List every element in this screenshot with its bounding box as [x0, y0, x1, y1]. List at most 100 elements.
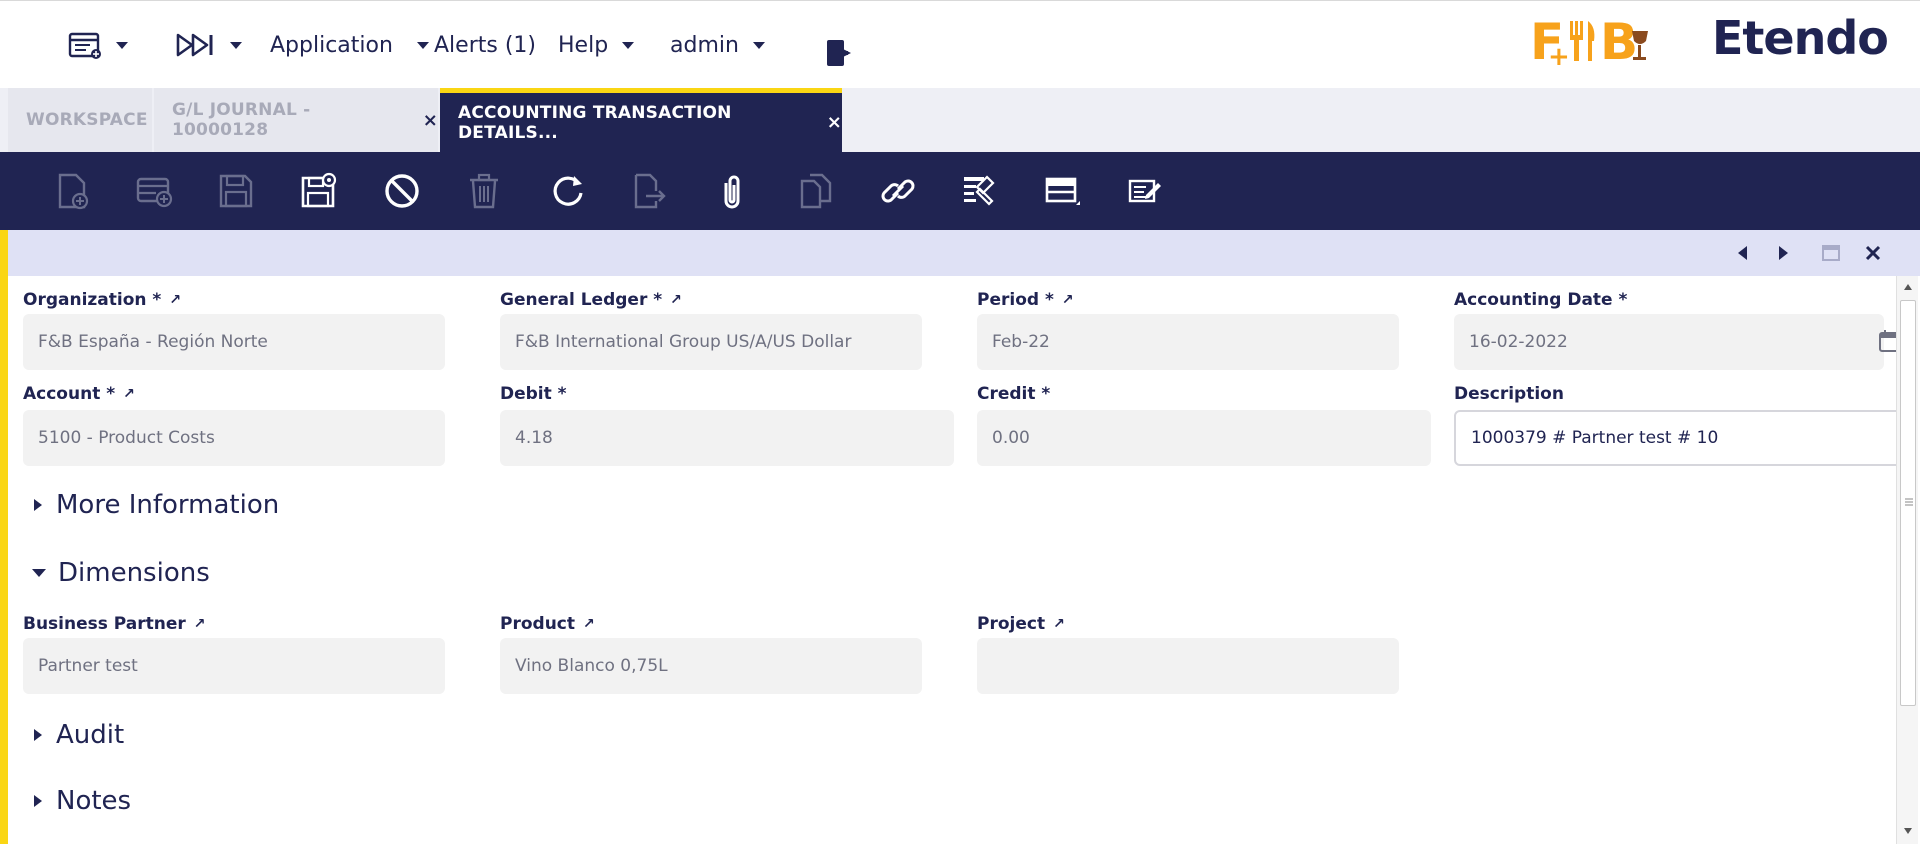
period-label: Period * ↗	[977, 290, 1074, 310]
quick-launch-menu[interactable]	[68, 25, 128, 65]
business-partner-field[interactable]: Partner test	[23, 638, 445, 694]
close-icon	[1865, 245, 1881, 261]
organization-label-text: Organization *	[23, 290, 162, 310]
alerts-link[interactable]: Alerts (1)	[434, 25, 536, 65]
accounting-date-label: Accounting Date *	[1454, 290, 1627, 310]
alerts-label: Alerts (1)	[434, 32, 536, 58]
link-arrow-icon[interactable]: ↗	[123, 386, 135, 402]
trash-icon	[470, 173, 498, 209]
link-arrow-icon[interactable]: ↗	[670, 292, 682, 308]
top-navigation-bar: Application Alerts (1) Help admin F + B …	[0, 0, 1920, 88]
attachment-button[interactable]	[710, 169, 754, 213]
maximize-button[interactable]	[1818, 240, 1844, 266]
edit-notes-icon	[1128, 179, 1161, 203]
debit-field[interactable]: 4.18	[500, 410, 954, 466]
section-dimensions[interactable]: Dimensions	[8, 558, 210, 588]
undo-button[interactable]	[380, 169, 424, 213]
section-audit[interactable]: Audit	[8, 720, 124, 750]
save-icon	[219, 174, 253, 208]
toggle-view-button[interactable]	[1040, 169, 1084, 213]
account-label-text: Account *	[23, 384, 116, 404]
description-label: Description	[1454, 384, 1564, 404]
tab-accounting-transaction-details[interactable]: ACCOUNTING TRANSACTION DETAILS... ×	[440, 88, 842, 152]
new-document-button[interactable]	[50, 169, 94, 213]
quick-create-menu[interactable]	[176, 25, 242, 65]
accounting-date-field[interactable]: 16-02-2022	[1454, 314, 1884, 370]
application-menu[interactable]: Application	[270, 25, 429, 65]
help-menu[interactable]: Help	[558, 25, 635, 65]
previous-record-button[interactable]	[1730, 240, 1756, 266]
chevron-down-icon	[416, 41, 429, 49]
account-value: 5100 - Product Costs	[38, 428, 215, 448]
tab-label: ACCOUNTING TRANSACTION DETAILS...	[458, 102, 732, 143]
period-field[interactable]: Feb-22	[977, 314, 1399, 370]
chevron-down-icon	[622, 41, 635, 49]
description-input[interactable]: 1000379 # Partner test # 10	[1454, 410, 1896, 466]
next-record-button[interactable]	[1770, 240, 1796, 266]
close-icon[interactable]: ×	[423, 110, 438, 131]
link-arrow-icon[interactable]: ↗	[169, 292, 181, 308]
tab-gl-journal[interactable]: G/L JOURNAL - 10000128 ×	[154, 88, 438, 152]
link-arrow-icon[interactable]: ↗	[1053, 616, 1065, 632]
close-record-button[interactable]	[1860, 240, 1886, 266]
business-partner-value: Partner test	[38, 656, 138, 676]
form-scrollbar[interactable]	[1896, 276, 1918, 844]
product-field[interactable]: Vino Blanco 0,75L	[500, 638, 922, 694]
user-menu[interactable]: admin	[670, 25, 765, 65]
close-icon[interactable]: ×	[827, 112, 842, 133]
delete-button[interactable]	[462, 169, 506, 213]
general-ledger-field[interactable]: F&B International Group US/A/US Dollar	[500, 314, 922, 370]
notes-button[interactable]	[1122, 169, 1166, 213]
account-field[interactable]: 5100 - Product Costs	[23, 410, 445, 466]
scroll-down-icon[interactable]	[1901, 824, 1915, 838]
project-label: Project ↗	[977, 614, 1065, 634]
product-label: Product ↗	[500, 614, 595, 634]
credit-field[interactable]: 0.00	[977, 410, 1431, 466]
export-button[interactable]	[628, 169, 672, 213]
user-menu-label: admin	[670, 32, 739, 58]
project-field[interactable]	[977, 638, 1399, 694]
fb-logo: F + B	[1530, 15, 1654, 67]
fast-forward-icon	[176, 32, 216, 58]
section-title: Notes	[56, 786, 132, 816]
scroll-up-icon[interactable]	[1901, 280, 1915, 294]
refresh-button[interactable]	[546, 169, 590, 213]
save-button[interactable]	[214, 169, 258, 213]
project-label-text: Project	[977, 614, 1046, 634]
chevron-down-icon	[32, 569, 46, 577]
arrow-right-icon	[1779, 246, 1788, 260]
svg-text:+: +	[1548, 42, 1570, 67]
application-menu-label: Application	[270, 32, 393, 58]
arrow-left-icon	[1738, 246, 1747, 260]
paperclip-icon	[724, 175, 740, 209]
section-title: More Information	[56, 490, 280, 520]
tab-workspace[interactable]: WORKSPACE	[8, 88, 152, 152]
link-button[interactable]	[876, 169, 920, 213]
logout-button[interactable]	[824, 33, 856, 73]
svg-text:B: B	[1600, 15, 1638, 67]
section-title: Audit	[56, 720, 125, 750]
clone-button[interactable]	[794, 169, 838, 213]
scroll-thumb[interactable]	[1900, 300, 1916, 706]
etendo-logo: Etendo	[1712, 11, 1889, 65]
new-row-button[interactable]	[132, 169, 176, 213]
business-partner-label-text: Business Partner	[23, 614, 186, 634]
account-label: Account * ↗	[23, 384, 135, 404]
link-arrow-icon[interactable]: ↗	[194, 616, 206, 632]
refresh-icon	[553, 176, 583, 206]
organization-field[interactable]: F&B España - Región Norte	[23, 314, 445, 370]
new-document-icon	[58, 173, 89, 210]
accounting-date-label-text: Accounting Date *	[1454, 290, 1628, 310]
cancel-icon	[385, 174, 419, 208]
credit-label-text: Credit *	[977, 384, 1051, 404]
save-and-close-button[interactable]	[296, 169, 340, 213]
audit-trail-button[interactable]	[958, 169, 1002, 213]
section-more-information[interactable]: More Information	[8, 490, 279, 520]
debit-label-text: Debit *	[500, 384, 567, 404]
calendar-icon[interactable]	[1878, 328, 1896, 358]
link-arrow-icon[interactable]: ↗	[1062, 292, 1074, 308]
link-arrow-icon[interactable]: ↗	[583, 616, 595, 632]
section-notes[interactable]: Notes	[8, 786, 131, 816]
chevron-down-icon	[752, 41, 765, 49]
product-value: Vino Blanco 0,75L	[515, 656, 668, 676]
